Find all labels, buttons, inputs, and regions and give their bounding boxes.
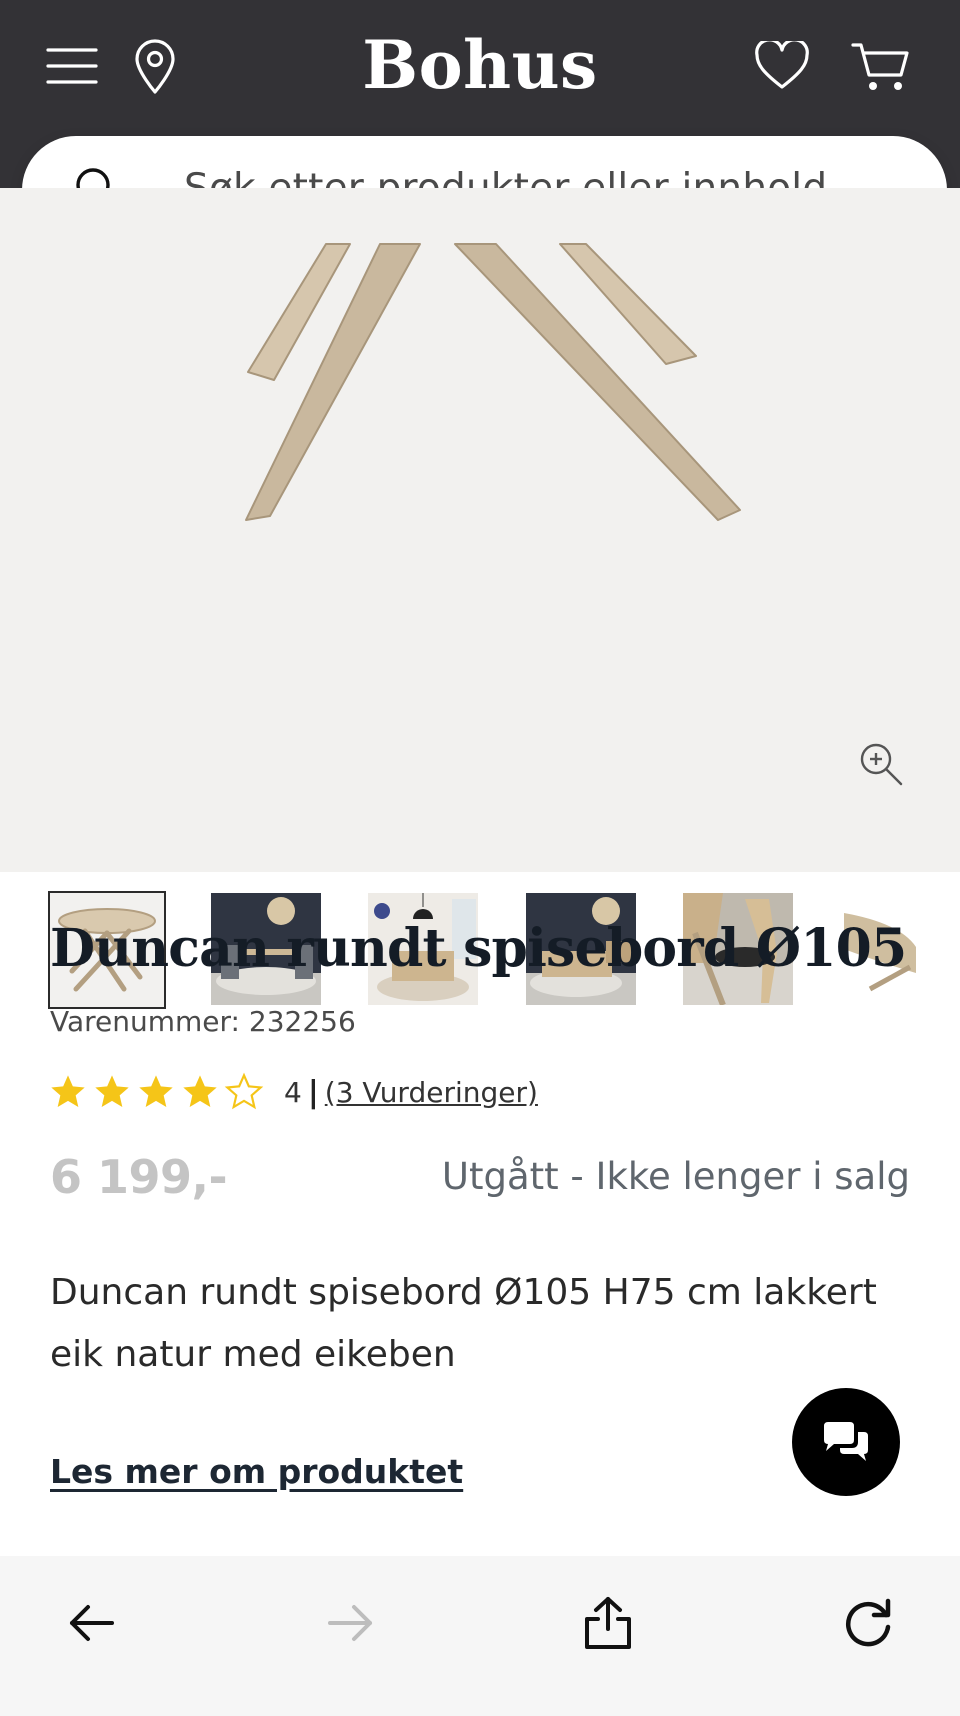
chat-bubbles-icon — [824, 1422, 868, 1461]
cart-icon[interactable] — [850, 40, 912, 94]
chat-button[interactable] — [792, 1388, 900, 1496]
bohus-logo[interactable]: Bohus — [0, 26, 960, 104]
availability-status: Utgått - Ikke lenger i salg — [441, 1155, 910, 1198]
star-empty-icon — [224, 1072, 264, 1110]
zoom-icon[interactable] — [857, 740, 905, 792]
product-main-image[interactable] — [0, 188, 960, 728]
rating-separator: | — [307, 1074, 319, 1110]
star-rating — [48, 1072, 264, 1112]
product-sku: Varenummer: 232256 — [50, 1005, 356, 1038]
browser-toolbar — [0, 1556, 960, 1716]
star-filled-icon — [139, 1075, 173, 1107]
heart-icon[interactable] — [754, 40, 810, 92]
product-rating: 4 | (3 Vurderinger) — [48, 1070, 538, 1114]
rating-value: 4 — [284, 1075, 302, 1109]
product-gallery — [0, 188, 960, 872]
star-filled-icon — [95, 1075, 129, 1107]
back-arrow-icon[interactable] — [52, 1588, 132, 1658]
product-price: 6 199,- — [50, 1150, 228, 1204]
product-title: Duncan rundt spisebord Ø105 — [50, 918, 907, 979]
reviews-link[interactable]: (3 Vurderinger) — [325, 1076, 538, 1109]
forward-arrow-icon[interactable] — [310, 1588, 390, 1658]
star-filled-icon — [183, 1075, 217, 1107]
share-icon[interactable] — [568, 1588, 648, 1658]
read-more-link[interactable]: Les mer om produktet — [50, 1452, 463, 1491]
reload-icon[interactable] — [828, 1588, 908, 1658]
product-description: Duncan rundt spisebord Ø105 H75 cm lakke… — [50, 1272, 877, 1375]
star-filled-icon — [51, 1075, 85, 1107]
